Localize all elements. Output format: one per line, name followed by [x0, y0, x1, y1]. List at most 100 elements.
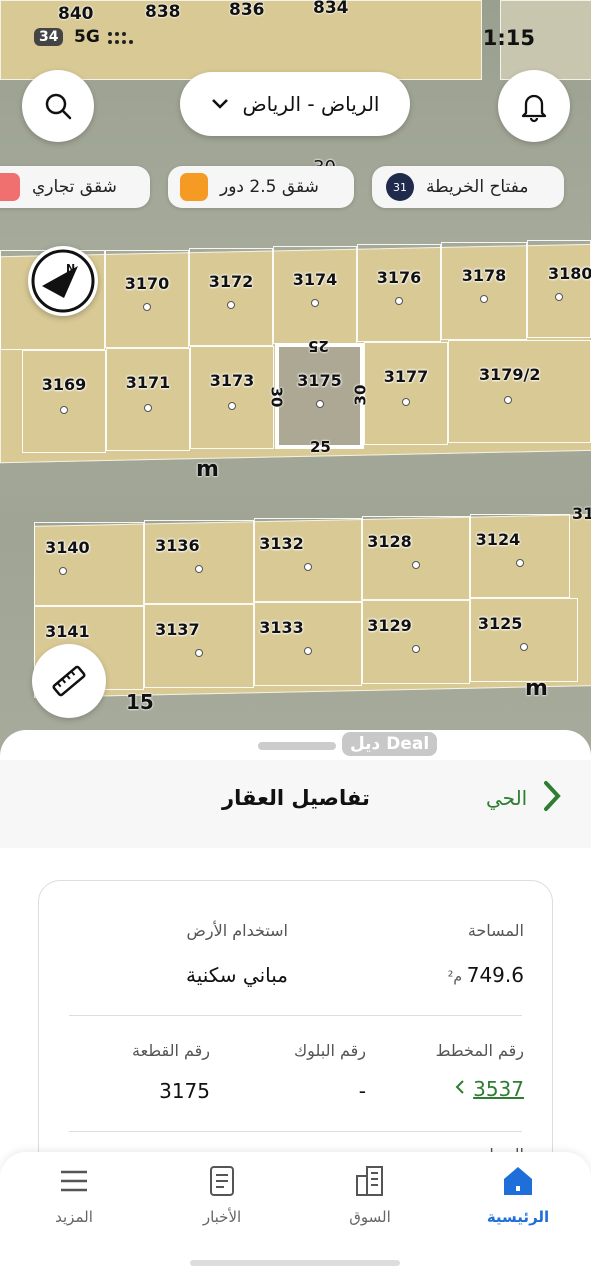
legend-map-key[interactable]: 31 مفتاح الخريطة [372, 166, 564, 208]
area-value: 749.6 [466, 963, 524, 987]
lot-3177[interactable]: 3177 [364, 342, 448, 445]
nav-more[interactable]: المزيد [19, 1164, 129, 1226]
plan-number-link[interactable]: 3537 [455, 1077, 524, 1101]
street-label-15: 15 [126, 690, 154, 714]
district-link[interactable]: الحي [486, 780, 561, 816]
lot-number: 3125 [477, 613, 523, 633]
lot-dot [304, 646, 312, 655]
lot-3136[interactable]: 3136 [144, 520, 254, 604]
dim-right: 30 [351, 384, 370, 406]
nav-news-label: الأخبار [202, 1208, 242, 1226]
bottom-navigation: الرئيسية السوق الأخبار المزيد [0, 1152, 591, 1280]
lot-3170[interactable]: 3170 [105, 250, 189, 348]
home-icon [504, 1167, 532, 1195]
clock: 1:15 [482, 26, 535, 50]
lot-number: 3133 [259, 617, 304, 637]
lot-3178[interactable]: 3178 [441, 242, 527, 340]
lot-dot [59, 566, 68, 575]
area-label: المساحة [467, 921, 524, 940]
lot-dot [516, 558, 524, 567]
home-indicator [190, 1260, 400, 1266]
lot-3180[interactable]: 3180 [527, 240, 591, 338]
card-divider-2 [69, 1131, 522, 1132]
lot-3125[interactable]: 3125 [470, 598, 578, 682]
lot-dot [520, 642, 528, 651]
card-divider [69, 1015, 522, 1016]
lot-dot [480, 294, 488, 303]
svg-text:N: N [66, 262, 75, 275]
lot-number: 3172 [208, 272, 254, 292]
lot-number: 3137 [155, 619, 200, 639]
nav-market-label: السوق [349, 1208, 391, 1226]
lot-dot [143, 302, 151, 311]
nav-news[interactable]: الأخبار [167, 1164, 277, 1226]
lot-number: 3128 [367, 531, 412, 551]
lot-dot [402, 397, 410, 406]
lot-3176[interactable]: 3176 [357, 244, 441, 342]
lot-top-836: 836 [229, 0, 265, 20]
dim-bottom: 25 [310, 438, 331, 456]
plan-number-label: رقم المخطط [435, 1041, 524, 1060]
dim-left: 30 [267, 386, 286, 408]
lot-3137[interactable]: 3137 [144, 604, 254, 688]
search-icon [45, 93, 72, 120]
city-selector-label: الرياض - الرياض [242, 92, 380, 116]
land-use-label: استخدام الأرض [186, 921, 288, 940]
lot-number: 3129 [367, 615, 412, 635]
nav-home[interactable]: الرئيسية [463, 1164, 573, 1226]
sheet-handle[interactable] [258, 742, 336, 750]
legend-map-key-label: مفتاح الخريطة [426, 177, 529, 197]
lot-dot [195, 648, 203, 657]
chevron-left-icon [455, 1079, 465, 1099]
lot-dot [304, 562, 312, 571]
lot-dot [555, 292, 563, 301]
lot-3174[interactable]: 3174 [273, 246, 357, 344]
status-bar: 34 5G 1:15 [0, 20, 591, 60]
lot-number: 3170 [124, 274, 170, 294]
lot-3133[interactable]: 3133 [254, 602, 362, 686]
legend-swatch-orange [180, 173, 208, 201]
lot-3132[interactable]: 3132 [254, 518, 362, 602]
news-icon [210, 1166, 234, 1196]
deal-watermark: ديل Deal [342, 732, 438, 756]
lot-3173[interactable]: 3173 [190, 346, 274, 449]
legend-commercial[interactable]: شقق تجاري [0, 166, 150, 208]
lot-dot [195, 564, 203, 573]
lot-3140[interactable]: 3140 [34, 522, 144, 606]
lot-3128[interactable]: 3128 [362, 516, 470, 600]
building-icon [356, 1166, 383, 1196]
dim-top: 25 [308, 337, 329, 355]
lot-3129[interactable]: 3129 [362, 600, 470, 684]
lot-number: 3179/2 [479, 365, 541, 385]
lot-number: 3132 [259, 533, 304, 553]
street-label-m2: m [525, 676, 548, 701]
nav-market[interactable]: السوق [315, 1164, 425, 1226]
block-number-value: - [358, 1079, 366, 1103]
ruler-icon [52, 665, 86, 697]
measure-button[interactable] [32, 644, 106, 718]
lot-number: 3136 [155, 535, 200, 555]
lot-dot [227, 300, 235, 309]
compass-button[interactable]: N [28, 246, 98, 316]
lot-3124[interactable]: 3124 [470, 514, 570, 598]
lot-dot [228, 401, 236, 410]
bell-icon [521, 94, 547, 123]
lot-3179-2[interactable]: 3179/2 [448, 340, 591, 443]
block-number-label: رقم البلوك [293, 1041, 366, 1060]
property-info-card: المساحة استخدام الأرض 749.6 م² مباني سكن… [38, 880, 553, 1182]
lot-top-834: 834 [313, 0, 349, 18]
signal-icon [106, 30, 136, 49]
district-link-label: الحي [486, 786, 528, 810]
legend-apartments-2-5[interactable]: شقق 2.5 دور [168, 166, 354, 208]
menu-icon [61, 1170, 87, 1192]
legend-swatch-red [0, 173, 20, 201]
lot-dot [60, 405, 68, 414]
lot-3172[interactable]: 3172 [189, 248, 273, 346]
notifications-button[interactable] [498, 70, 570, 142]
city-selector[interactable]: الرياض - الرياض [180, 72, 410, 136]
lot-3171[interactable]: 3171 [106, 348, 190, 451]
area-unit: م² [447, 969, 462, 985]
lot-3169[interactable]: 3169 [22, 350, 106, 453]
search-button[interactable] [22, 70, 94, 142]
nav-more-label: المزيد [55, 1208, 93, 1226]
